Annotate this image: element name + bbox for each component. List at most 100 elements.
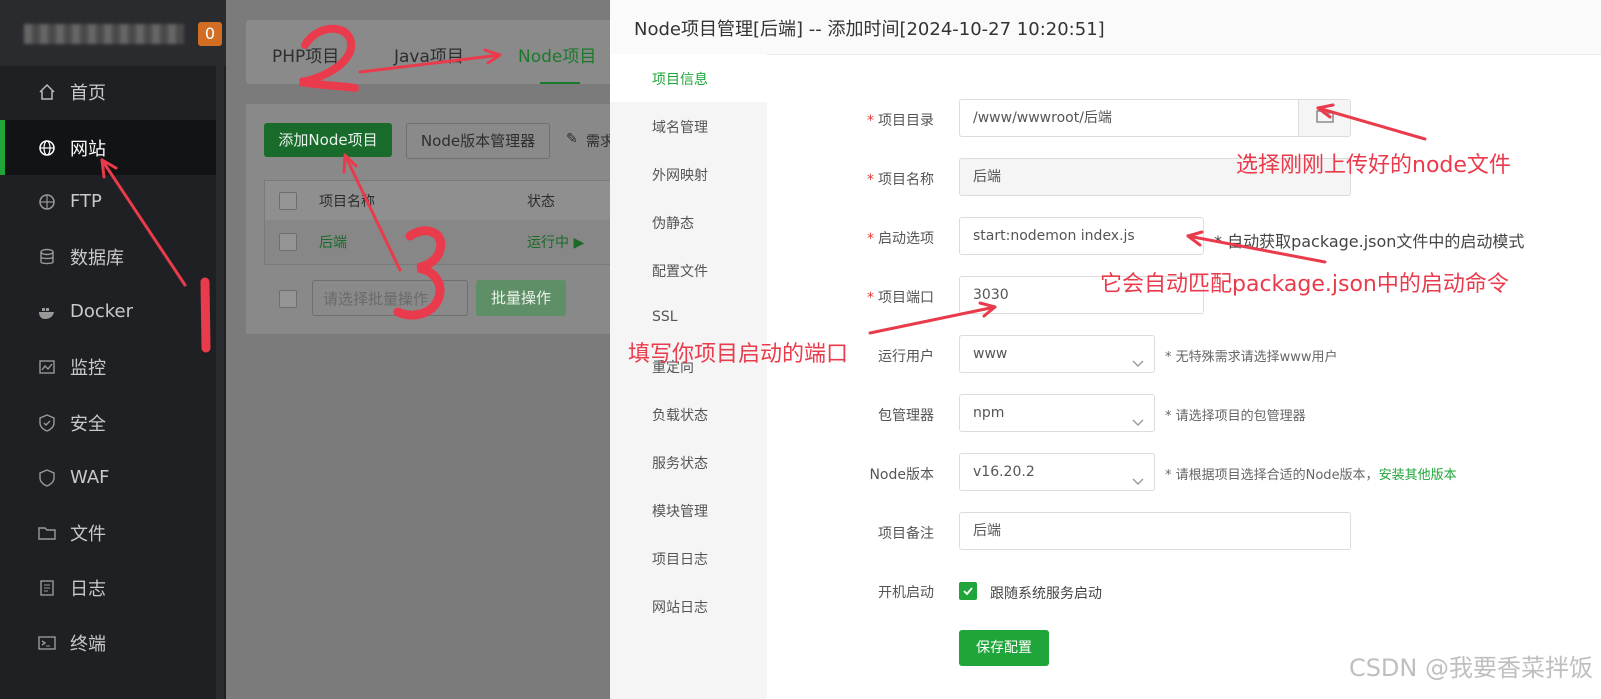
dialog-title: Node项目管理[后端] -- 添加时间[2024-10-27 10:20:51… xyxy=(634,19,1105,40)
sidebar-item-docker[interactable]: Docker xyxy=(0,284,220,339)
label-project-dir: * 项目目录 xyxy=(867,113,934,129)
column-header-status[interactable]: 状态 xyxy=(527,191,555,211)
nav-label: 外网映射 xyxy=(652,168,708,184)
sidebar-item-label: FTP xyxy=(70,191,102,212)
dialog-nav-external-mapping[interactable]: 外网映射 xyxy=(610,150,767,198)
waf-shield-icon xyxy=(38,468,56,487)
log-icon xyxy=(38,579,56,597)
batch-checkbox[interactable] xyxy=(279,290,297,308)
edit-icon[interactable]: ✎ xyxy=(566,131,578,147)
nav-label: 项目日志 xyxy=(652,552,708,568)
notification-badge[interactable]: 0 xyxy=(198,22,222,46)
chevron-down-icon xyxy=(1132,406,1144,442)
batch-select[interactable]: 请选择批量操作 xyxy=(312,280,468,316)
shield-icon xyxy=(38,413,56,432)
tab-java[interactable]: Java项目 xyxy=(394,42,464,67)
label-project-port: * 项目端口 xyxy=(867,290,934,306)
dialog-nav-project-info[interactable]: 项目信息 xyxy=(610,54,767,102)
dialog-nav-site-log[interactable]: 网站日志 xyxy=(610,582,767,630)
sidebar-item-monitor[interactable]: 监控 xyxy=(0,339,220,394)
choose-folder-button[interactable] xyxy=(1299,99,1351,137)
nav-label: SSL xyxy=(652,309,678,325)
dialog-nav-config-file[interactable]: 配置文件 xyxy=(610,246,767,294)
add-node-project-button[interactable]: 添加Node项目 xyxy=(264,123,392,157)
sidebar-item-database[interactable]: 数据库 xyxy=(0,229,220,284)
sidebar-item-waf[interactable]: WAF xyxy=(0,450,220,505)
table-row[interactable]: 后端 运行中 ▶ xyxy=(264,220,628,265)
start-option-input[interactable]: start:nodemon index.js xyxy=(959,217,1204,255)
chevron-down-icon xyxy=(1132,347,1144,383)
nav-label: 服务状态 xyxy=(652,456,708,472)
tab-node[interactable]: Node项目 xyxy=(518,42,596,67)
package-manager-select[interactable]: npm xyxy=(959,394,1155,432)
sidebar-item-ftp[interactable]: FTP xyxy=(0,174,220,229)
sidebar-item-label: WAF xyxy=(70,467,110,488)
home-icon xyxy=(38,83,56,101)
sidebar-item-website[interactable]: 网站 xyxy=(0,120,220,175)
monitor-icon xyxy=(38,358,56,376)
dialog-nav: 项目信息 域名管理 外网映射 伪静态 配置文件 SSL 重定向 负载状态 服务状… xyxy=(610,54,767,699)
sidebar-item-label: 监控 xyxy=(70,357,106,379)
sidebar-header: 0 xyxy=(0,0,226,66)
sidebar-item-files[interactable]: 文件 xyxy=(0,505,220,560)
batch-select-placeholder: 请选择批量操作 xyxy=(323,290,429,308)
nav-label: 伪静态 xyxy=(652,216,694,232)
sidebar-item-terminal[interactable]: 终端 xyxy=(0,615,220,670)
save-config-button[interactable]: 保存配置 xyxy=(959,630,1049,666)
sidebar-item-label: 文件 xyxy=(70,523,106,545)
tab-active-underline xyxy=(540,82,580,84)
table-header: 项目名称 状态 xyxy=(264,180,628,222)
sidebar-scrollbar[interactable] xyxy=(216,66,224,699)
dialog-nav-domains[interactable]: 域名管理 xyxy=(610,102,767,150)
database-icon xyxy=(38,248,56,266)
node-version-hint: * 请根据项目选择合适的Node版本，安装其他版本 xyxy=(1165,468,1457,483)
node-version-manager-button[interactable]: Node版本管理器 xyxy=(406,123,550,159)
boot-start-label[interactable]: 跟随系统服务启动 xyxy=(990,583,1102,603)
sidebar: 0 首页 网站 FTP 数据库 Docker 监控 安全 WAF 文件 日志 终… xyxy=(0,0,226,699)
dialog-nav-project-log[interactable]: 项目日志 xyxy=(610,534,767,582)
sidebar-item-label: 数据库 xyxy=(70,247,124,269)
sidebar-item-label: 首页 xyxy=(70,82,106,104)
column-header-name[interactable]: 项目名称 xyxy=(319,191,375,211)
project-note-input[interactable]: 后端 xyxy=(959,512,1351,550)
sidebar-item-label: Docker xyxy=(70,301,134,322)
sidebar-item-security[interactable]: 安全 xyxy=(0,395,220,450)
chevron-down-icon xyxy=(1132,465,1144,501)
nav-label: 项目信息 xyxy=(652,72,708,88)
sidebar-item-label: 网站 xyxy=(70,138,106,160)
sidebar-item-logs[interactable]: 日志 xyxy=(0,560,220,615)
row-checkbox[interactable] xyxy=(279,233,297,251)
blurred-server-name xyxy=(24,24,184,44)
run-user-hint: * 无特殊需求请选择www用户 xyxy=(1165,350,1338,365)
annotation-auto-match: 它会自动匹配package.json中的启动命令 xyxy=(1100,272,1509,297)
dialog-nav-rewrite[interactable]: 伪静态 xyxy=(610,198,767,246)
project-dir-input[interactable]: /www/wwwroot/后端 xyxy=(959,99,1299,137)
dialog-nav-modules[interactable]: 模块管理 xyxy=(610,486,767,534)
batch-operate-button[interactable]: 批量操作 xyxy=(476,280,566,316)
start-option-hint: * 自动获取package.json文件中的启动模式 xyxy=(1214,232,1525,251)
node-version-select[interactable]: v16.20.2 xyxy=(959,453,1155,491)
globe-icon xyxy=(38,139,56,157)
project-name-link[interactable]: 后端 xyxy=(319,232,347,252)
annotation-fill-port: 填写你项目启动的端口 xyxy=(628,342,849,367)
annotation-select-file: 选择刚刚上传好的node文件 xyxy=(1236,153,1511,178)
nav-label: 负载状态 xyxy=(652,408,708,424)
sidebar-item-label: 终端 xyxy=(70,633,106,655)
check-icon xyxy=(962,582,974,601)
install-other-versions-link[interactable]: 安装其他版本 xyxy=(1379,468,1457,483)
dialog-nav-load-status[interactable]: 负载状态 xyxy=(610,390,767,438)
project-tabs: PHP项目 Java项目 Node项目 xyxy=(246,20,626,84)
boot-start-checkbox[interactable] xyxy=(959,582,977,600)
tab-php[interactable]: PHP项目 xyxy=(272,42,339,67)
package-manager-value: npm xyxy=(973,405,1005,421)
dialog-nav-service-status[interactable]: 服务状态 xyxy=(610,438,767,486)
run-user-select[interactable]: www xyxy=(959,335,1155,373)
ftp-globe-icon xyxy=(38,193,56,211)
status-running[interactable]: 运行中 ▶ xyxy=(527,232,584,252)
folder-icon xyxy=(38,524,56,542)
run-user-value: www xyxy=(973,346,1008,362)
dialog-nav-ssl[interactable]: SSL xyxy=(610,294,767,342)
select-all-checkbox[interactable] xyxy=(279,192,297,210)
sidebar-item-home[interactable]: 首页 xyxy=(0,64,220,119)
package-manager-hint: * 请选择项目的包管理器 xyxy=(1165,409,1306,424)
